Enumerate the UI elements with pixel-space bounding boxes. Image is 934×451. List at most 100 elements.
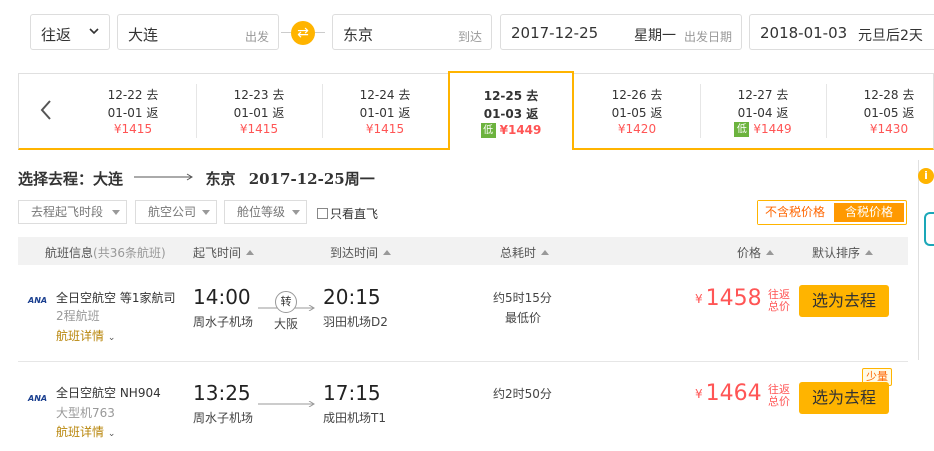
date-go: 12-22 去 bbox=[107, 88, 159, 102]
select-outbound-button[interactable]: 选为去程 bbox=[799, 285, 889, 317]
tax-excluded-option[interactable]: 不含税价格 bbox=[758, 201, 832, 224]
chevron-down-icon: ⌄ bbox=[107, 429, 116, 439]
filter-label: 去程起飞时段 bbox=[31, 205, 104, 219]
flight-sub: 大型机763 bbox=[56, 406, 115, 420]
flight-count: (共36条航班) bbox=[93, 246, 166, 260]
depart-date-value: 2017-12-25 bbox=[511, 24, 599, 42]
date-back: 01-01 返 bbox=[233, 106, 285, 120]
airline-filter[interactable]: 航空公司 bbox=[135, 200, 217, 224]
to-city-value: 东京 bbox=[343, 26, 374, 44]
currency: ¥ bbox=[695, 387, 703, 401]
date-option[interactable]: 12-23 去 01-01 返 ¥1415 bbox=[196, 73, 322, 149]
date-price: ¥1415 bbox=[113, 122, 153, 136]
header-label: 价格 bbox=[737, 246, 762, 260]
depart-date-hint: 出发日期 bbox=[684, 30, 733, 44]
date-price-row: 低 ¥1449 bbox=[700, 122, 826, 137]
price-note: 往返 总价 bbox=[768, 384, 790, 408]
header-label: 到达时间 bbox=[330, 246, 379, 260]
duration-note: 最低价 bbox=[505, 311, 542, 325]
arrive-time: 17:15 bbox=[323, 381, 381, 405]
flight-detail-link[interactable]: 航班详情 ⌄ bbox=[56, 327, 115, 344]
trip-type-select[interactable]: 往返 bbox=[30, 14, 110, 50]
route-date: 2017-12-25周一 bbox=[248, 170, 375, 188]
chevron-left-icon bbox=[39, 98, 53, 128]
date-go: 12-27 去 bbox=[737, 88, 789, 102]
caret-down-icon bbox=[112, 210, 120, 215]
from-city-value: 大连 bbox=[128, 26, 159, 44]
price: ¥1464 bbox=[695, 381, 762, 406]
flight-sub: 2程航班 bbox=[56, 309, 100, 323]
date-price: ¥1449 bbox=[499, 123, 542, 137]
return-date-input[interactable]: 2018-01-03 元旦后2天 bbox=[749, 14, 934, 50]
return-date-note: 元旦后2天 bbox=[858, 28, 923, 44]
airline-name: 全日空航空 NH904 bbox=[56, 386, 161, 400]
header-label: 起飞时间 bbox=[193, 246, 242, 260]
side-ad-image[interactable] bbox=[924, 212, 934, 246]
sort-up-icon bbox=[246, 250, 255, 255]
route-from: 大连 bbox=[93, 170, 124, 188]
sort-default[interactable]: 默认排序 bbox=[812, 244, 874, 261]
ana-logo-icon: ANA bbox=[28, 296, 48, 305]
select-outbound-button[interactable]: 选为去程 bbox=[799, 382, 889, 414]
depart-date-input[interactable]: 2017-12-25 星期一 出发日期 bbox=[500, 14, 742, 50]
depart-period-filter[interactable]: 去程起飞时段 bbox=[18, 200, 127, 224]
date-price: ¥1415 bbox=[239, 122, 279, 136]
direct-line bbox=[258, 396, 316, 410]
transfer-badge: 转 bbox=[275, 291, 297, 313]
checkbox-icon bbox=[317, 208, 328, 219]
side-panel bbox=[918, 160, 934, 360]
direct-only-checkbox[interactable]: 只看直飞 bbox=[317, 205, 378, 222]
arrive-airport: 成田机场T1 bbox=[323, 411, 386, 425]
caret-down-icon bbox=[202, 210, 210, 215]
date-go: 12-23 去 bbox=[233, 88, 285, 102]
date-go: 12-26 去 bbox=[611, 88, 663, 102]
date-go: 12-24 去 bbox=[359, 88, 411, 102]
sort-arrive-time[interactable]: 到达时间 bbox=[330, 244, 392, 261]
header-label: 总耗时 bbox=[500, 246, 537, 260]
date-go: 12-28 去 bbox=[863, 88, 915, 102]
sort-price[interactable]: 价格 bbox=[737, 244, 775, 261]
info-icon[interactable]: i bbox=[918, 168, 934, 184]
route-to: 东京 bbox=[205, 170, 236, 188]
price: ¥1458 bbox=[695, 286, 762, 311]
header-label: 默认排序 bbox=[812, 246, 861, 260]
depart-weekday: 星期一 bbox=[634, 28, 676, 44]
date-price: ¥1415 bbox=[365, 122, 405, 136]
swap-icon: ⇄ bbox=[297, 25, 309, 41]
header-label: 航班信息 bbox=[45, 246, 94, 260]
to-hint: 到达 bbox=[458, 30, 483, 44]
arrive-time: 20:15 bbox=[323, 285, 381, 309]
flight-detail-link[interactable]: 航班详情 ⌄ bbox=[56, 423, 115, 440]
row-divider bbox=[18, 361, 908, 362]
tax-included-option[interactable]: 含税价格 bbox=[834, 203, 904, 222]
date-back: 01-05 返 bbox=[611, 106, 663, 120]
depart-time: 13:25 bbox=[193, 381, 251, 405]
sort-duration[interactable]: 总耗时 bbox=[500, 244, 550, 261]
date-option[interactable]: 12-22 去 01-01 返 ¥1415 bbox=[70, 73, 196, 149]
price-note-2: 总价 bbox=[768, 300, 790, 313]
sort-up-icon bbox=[383, 250, 392, 255]
sort-depart-time[interactable]: 起飞时间 bbox=[193, 244, 255, 261]
ana-logo-icon: ANA bbox=[28, 394, 48, 403]
to-city-input[interactable]: 东京 到达 bbox=[332, 14, 492, 50]
swap-cities-button[interactable]: ⇄ bbox=[291, 21, 315, 45]
date-option[interactable]: 12-26 去 01-05 返 ¥1420 bbox=[574, 73, 700, 149]
cabin-filter[interactable]: 舱位等级 bbox=[224, 200, 307, 224]
low-price-badge: 低 bbox=[734, 122, 750, 137]
prev-dates-button[interactable] bbox=[18, 73, 73, 149]
price-value: 1458 bbox=[705, 286, 762, 311]
header-flight-info: 航班信息(共36条航班) bbox=[45, 244, 166, 261]
date-option[interactable]: 12-28 去 01-05 返 ¥1430 bbox=[826, 73, 934, 149]
date-option[interactable]: 12-24 去 01-01 返 ¥1415 bbox=[322, 73, 448, 149]
depart-time: 14:00 bbox=[193, 285, 251, 309]
date-option[interactable]: 12-27 去 01-04 返 低 ¥1449 bbox=[700, 73, 826, 149]
sort-up-icon bbox=[865, 250, 874, 255]
date-back: 01-04 返 bbox=[737, 106, 789, 120]
detail-label: 航班详情 bbox=[56, 329, 105, 343]
low-price-badge: 低 bbox=[480, 123, 496, 138]
price-note-2: 总价 bbox=[768, 395, 790, 408]
swap-line-left bbox=[281, 32, 291, 33]
date-option-active[interactable]: 12-25 去 01-03 返 低 ¥1449 bbox=[448, 71, 574, 150]
tax-toggle: 不含税价格 含税价格 bbox=[757, 200, 907, 225]
from-city-input[interactable]: 大连 出发 bbox=[117, 14, 279, 50]
